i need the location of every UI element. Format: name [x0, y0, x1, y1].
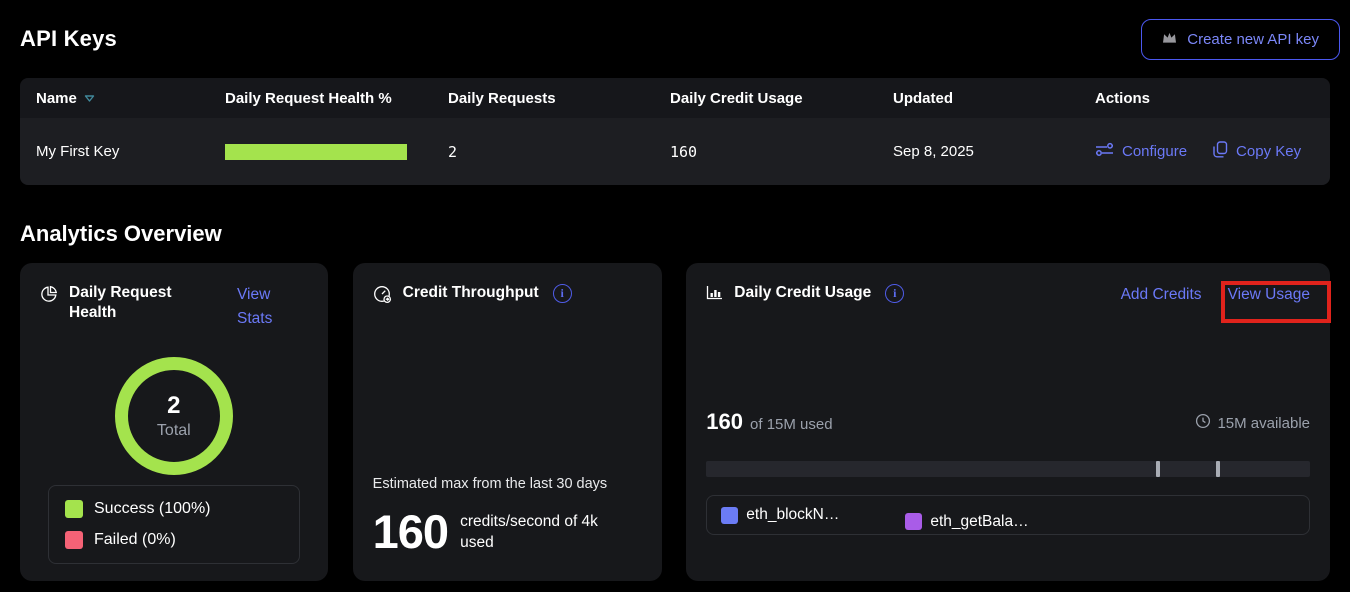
health-bar-fill	[225, 144, 407, 160]
card-header: Daily Credit Usage i Add Credits View Us…	[706, 283, 1310, 307]
throughput-body: Estimated max from the last 30 days 160 …	[373, 476, 643, 561]
copy-key-button[interactable]: Copy Key	[1213, 141, 1301, 162]
legend-label: eth_blockN…	[746, 506, 839, 524]
throughput-value: 160	[373, 508, 448, 555]
legend-item-failed: Failed (0%)	[65, 531, 283, 549]
column-header-daily-credit-usage: Daily Credit Usage	[670, 90, 893, 107]
credit-throughput-card: Credit Throughput i Estimated max from t…	[353, 263, 663, 581]
gauge-icon	[373, 285, 392, 309]
legend-item-eth-blocknumber: eth_blockN…	[721, 506, 839, 524]
analytics-cards: Daily Request Health View Stats 2 Total …	[20, 263, 1330, 581]
usage-legend: eth_blockN… eth_getBala…	[706, 495, 1310, 535]
credit-usage-bar	[706, 461, 1310, 477]
info-icon[interactable]: i	[885, 284, 904, 303]
legend-item-eth-getbalance: eth_getBala…	[905, 513, 1028, 531]
throughput-note: Estimated max from the last 30 days	[373, 476, 643, 492]
updated-value: Sep 8, 2025	[893, 143, 1095, 160]
page-title: API Keys	[20, 26, 117, 52]
legend-label: Failed (0%)	[94, 531, 176, 549]
dashboard-page: API Keys Create new API key Name Daily R…	[0, 0, 1350, 592]
column-header-name[interactable]: Name	[36, 90, 225, 107]
usage-links: Add Credits View Usage	[1121, 283, 1310, 307]
card-title: Credit Throughput	[403, 283, 539, 303]
column-label: Actions	[1095, 90, 1150, 107]
health-bar-track	[225, 144, 407, 160]
configure-label: Configure	[1122, 143, 1187, 160]
credits-available: 15M available	[1195, 413, 1310, 433]
daily-requests-value: 2	[448, 143, 670, 161]
page-header: API Keys Create new API key	[0, 0, 1350, 62]
clock-icon	[1195, 413, 1211, 433]
usage-bar-marker	[1216, 461, 1220, 477]
donut-total-value: 2	[167, 392, 180, 420]
health-legend: Success (100%) Failed (0%)	[48, 485, 300, 564]
api-keys-table: Name Daily Request Health % Daily Reques…	[20, 78, 1330, 185]
copy-icon	[1213, 141, 1228, 162]
column-header-updated: Updated	[893, 90, 1095, 107]
column-label: Name	[36, 90, 77, 107]
daily-request-health-card: Daily Request Health View Stats 2 Total …	[20, 263, 328, 581]
column-header-health: Daily Request Health %	[225, 90, 448, 107]
table-row: My First Key 2 160 Sep 8, 2025 Conf	[20, 118, 1330, 185]
health-donut-chart: 2 Total	[40, 357, 308, 475]
card-title: Daily Credit Usage	[734, 283, 871, 303]
credits-used-value: 160	[706, 409, 743, 435]
create-api-key-label: Create new API key	[1187, 31, 1319, 48]
eth-blocknumber-swatch	[721, 507, 738, 524]
credits-available-label: 15M available	[1217, 415, 1310, 432]
usage-bar-marker	[1156, 461, 1160, 477]
daily-credit-usage-value: 160	[670, 143, 893, 161]
health-cell	[225, 144, 448, 160]
api-key-name: My First Key	[36, 143, 225, 160]
eth-getbalance-swatch	[905, 513, 922, 530]
table-header-row: Name Daily Request Health % Daily Reques…	[20, 78, 1330, 118]
actions-cell: Configure Copy Key	[1095, 141, 1330, 162]
view-usage-link[interactable]: View Usage	[1228, 283, 1310, 307]
legend-item-success: Success (100%)	[65, 500, 283, 518]
create-api-key-button[interactable]: Create new API key	[1141, 19, 1340, 60]
card-header: Credit Throughput i	[373, 283, 643, 309]
donut-total-label: Total	[157, 422, 191, 440]
add-credits-link[interactable]: Add Credits	[1121, 283, 1202, 307]
usage-summary-row: 160 of 15M used 15M available	[706, 409, 1310, 435]
credits-used-suffix: of 15M used	[750, 416, 833, 433]
column-header-daily-requests: Daily Requests	[448, 90, 670, 107]
analytics-overview-title: Analytics Overview	[20, 221, 1330, 247]
throughput-unit: credits/second of 4k used	[460, 511, 620, 553]
sliders-icon	[1095, 142, 1114, 161]
crown-icon	[1162, 31, 1177, 48]
throughput-value-row: 160 credits/second of 4k used	[373, 508, 643, 555]
card-header: Daily Request Health View Stats	[40, 283, 308, 331]
failed-swatch	[65, 531, 83, 549]
column-label: Daily Credit Usage	[670, 90, 803, 107]
column-label: Daily Requests	[448, 90, 556, 107]
legend-label: eth_getBala…	[930, 513, 1028, 531]
legend-label: Success (100%)	[94, 500, 211, 518]
column-header-actions: Actions	[1095, 90, 1330, 107]
donut-ring: 2 Total	[115, 357, 233, 475]
success-swatch	[65, 500, 83, 518]
configure-button[interactable]: Configure	[1095, 142, 1187, 161]
info-icon[interactable]: i	[553, 284, 572, 303]
copy-key-label: Copy Key	[1236, 143, 1301, 160]
daily-credit-usage-card: Daily Credit Usage i Add Credits View Us…	[686, 263, 1330, 581]
bar-chart-icon	[706, 285, 723, 305]
column-label: Updated	[893, 90, 953, 107]
column-label: Daily Request Health %	[225, 90, 392, 107]
view-stats-link[interactable]: View Stats	[237, 283, 283, 331]
pie-chart-icon	[40, 285, 58, 308]
card-title: Daily Request Health	[69, 283, 181, 323]
sort-descending-icon[interactable]	[84, 90, 95, 107]
